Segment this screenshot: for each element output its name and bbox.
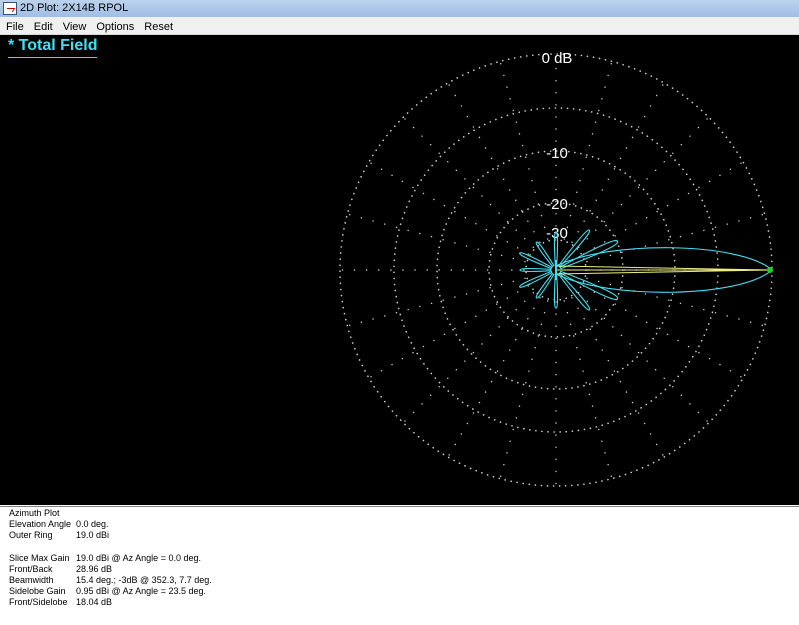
grid-spoke <box>346 213 526 263</box>
app-icon <box>3 2 17 15</box>
info-row-max-gain: Slice Max Gain 19.0 dBi @ Az Angle = 0.0 … <box>9 553 201 563</box>
ring-label-minus10: -10 <box>546 145 568 162</box>
ring-labels: 0 dB -10 -20 -30 <box>542 50 573 242</box>
info-row-front-back: Front/Back 28.96 dB <box>9 564 113 574</box>
side-lobe <box>557 272 591 311</box>
side-lobe <box>535 272 555 299</box>
grid-spoke <box>563 60 613 240</box>
side-lobe <box>559 239 619 270</box>
info-row-elevation: Elevation Angle 0.0 deg. <box>9 519 109 529</box>
grid-spoke <box>499 60 549 240</box>
grid-spoke <box>571 297 665 458</box>
polar-plot-area: * Total Field 0 dB -10 -20 -30 <box>0 35 799 505</box>
side-lobe <box>559 270 619 301</box>
info-row-beamwidth: Beamwidth 15.4 deg.; -3dB @ 352.3, 7.7 de… <box>9 575 212 585</box>
radiation-pattern <box>519 229 773 311</box>
plot-type: Azimuth Plot <box>9 508 60 518</box>
window-title: 2D Plot: 2X14B RPOL <box>20 2 129 14</box>
grid-spoke <box>583 161 744 255</box>
menu-edit[interactable]: Edit <box>29 19 58 36</box>
grid-spoke <box>499 300 549 480</box>
menu-file[interactable]: File <box>0 19 29 36</box>
title-bar[interactable]: 2D Plot: 2X14B RPOL <box>0 0 799 18</box>
info-row-sidelobe-gain: Sidelobe Gain 0.95 dBi @ Az Angle = 23.5 … <box>9 586 206 596</box>
grid-spoke <box>586 277 766 327</box>
grid-spoke <box>577 291 710 424</box>
grid-spoke <box>346 277 526 327</box>
menu-reset[interactable]: Reset <box>139 19 178 36</box>
grid-spoke <box>402 291 535 424</box>
grid-spoke <box>571 82 665 243</box>
menu-bar: File Edit View Options Reset <box>0 17 799 35</box>
info-row-front-sidelobe: Front/Sidelobe 18.04 dB <box>9 597 113 607</box>
grid-spoke <box>402 116 535 249</box>
grid-spoke <box>586 213 766 263</box>
max-gain-marker <box>767 267 773 273</box>
info-panel: Azimuth Plot Elevation Angle 0.0 deg. Out… <box>0 506 799 625</box>
menu-view[interactable]: View <box>58 19 92 36</box>
grid-spoke <box>368 161 529 255</box>
grid-spoke <box>447 297 541 458</box>
menu-options[interactable]: Options <box>91 19 139 36</box>
ring-label-minus20: -20 <box>546 196 568 213</box>
grid-spoke <box>563 300 613 480</box>
info-row-outer-ring: Outer Ring 19.0 dBi <box>9 530 110 540</box>
polar-plot: 0 dB -10 -20 -30 <box>339 50 773 487</box>
grid-spoke <box>583 285 744 379</box>
grid-spoke <box>447 82 541 243</box>
grid-spoke <box>368 285 529 379</box>
grid-spoke <box>577 116 710 249</box>
ring-label-0db: 0 dB <box>542 50 573 67</box>
